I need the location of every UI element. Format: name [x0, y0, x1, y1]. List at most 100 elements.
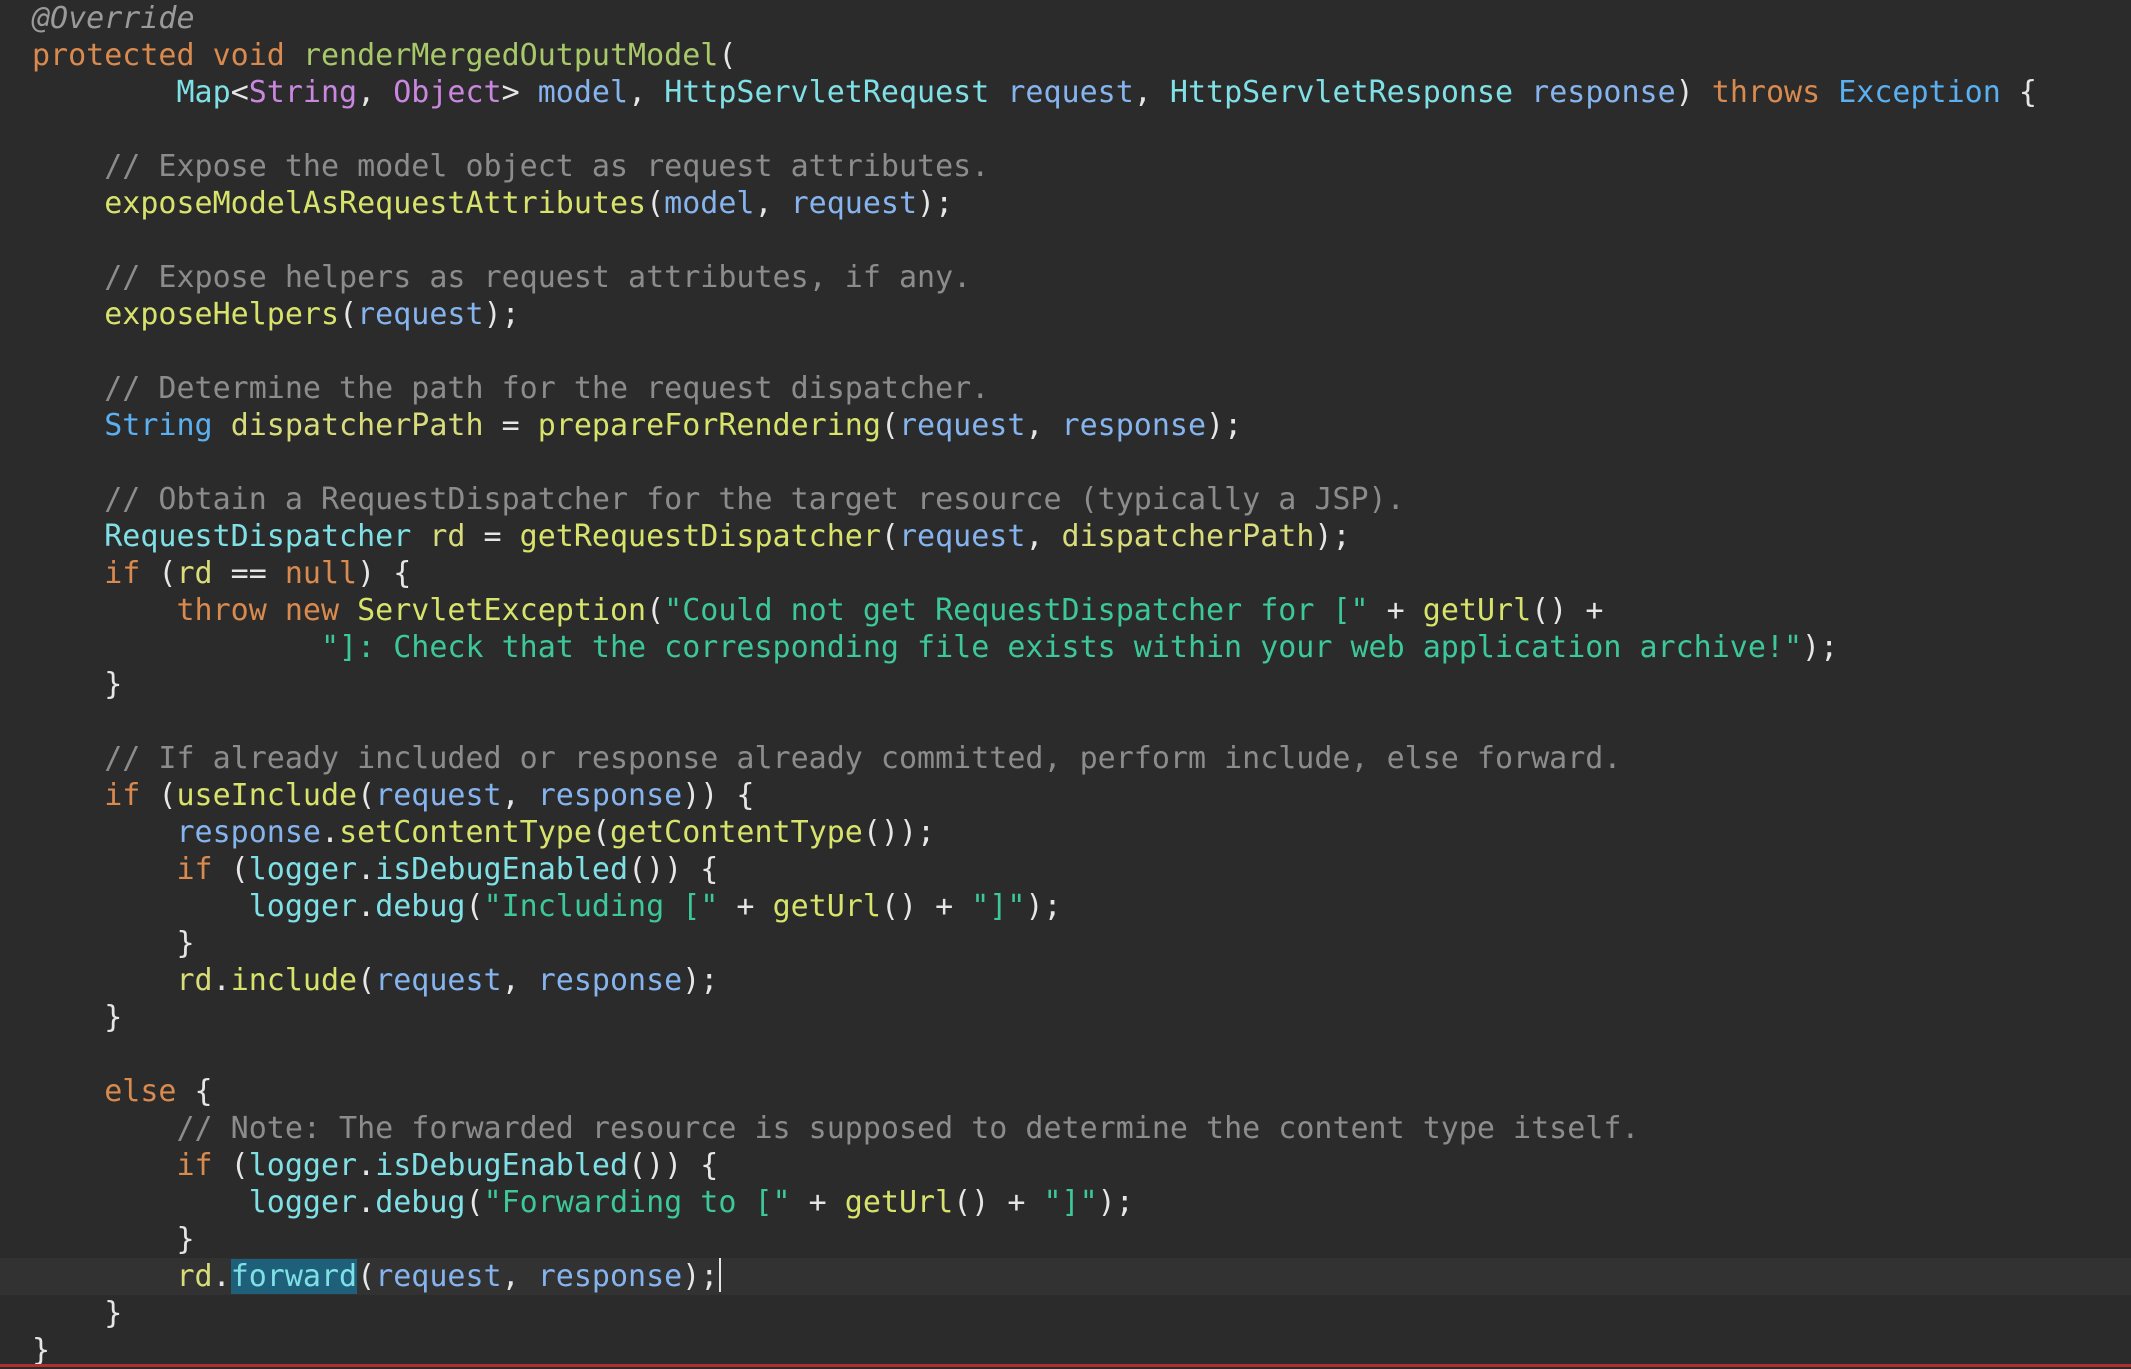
code-token: () +	[880, 889, 972, 924]
code-line[interactable]: if (logger.isDebugEnabled()) {	[32, 1147, 2037, 1184]
code-token: rd	[176, 963, 213, 998]
code-token: rd	[176, 556, 213, 591]
code-token: // Obtain a RequestDispatcher for the ta…	[104, 482, 1405, 517]
code-line[interactable]: }	[32, 666, 2037, 703]
code-token: else	[104, 1074, 177, 1109]
code-line[interactable]: response.setContentType(getContentType()…	[32, 814, 2037, 851]
code-token: () +	[1531, 593, 1604, 628]
code-token: setContentType	[339, 815, 592, 850]
code-line[interactable]	[32, 111, 2037, 148]
code-line[interactable]: rd.forward(request, response);	[0, 1258, 2131, 1295]
code-token: .	[212, 1259, 231, 1294]
code-token: response	[537, 963, 683, 998]
code-line[interactable]: Map<String, Object> model, HttpServletRe…	[32, 74, 2037, 111]
code-line[interactable]: rd.include(request, response);	[32, 962, 2037, 999]
code-token: "]"	[1043, 1185, 1098, 1220]
code-token: );	[483, 297, 520, 332]
code-token: {	[2000, 75, 2037, 110]
code-token: ()) {	[628, 852, 719, 887]
code-line[interactable]	[32, 1036, 2037, 1073]
code-line[interactable]: }	[32, 999, 2037, 1036]
code-token: }	[32, 1296, 123, 1331]
code-line[interactable]: // Determine the path for the request di…	[32, 370, 2037, 407]
code-token: ,	[1025, 408, 1062, 443]
code-token: (	[357, 778, 376, 813]
code-area[interactable]: @Override protected void renderMergedOutp…	[0, 0, 2131, 1369]
code-token: ,	[754, 186, 791, 221]
code-line[interactable]: if (useInclude(request, response)) {	[32, 777, 2037, 814]
code-token: prepareForRendering	[537, 408, 881, 443]
text-caret	[719, 1258, 722, 1292]
code-token: }	[32, 1333, 51, 1368]
code-token: // Expose the model object as request at…	[104, 149, 990, 184]
code-token: (	[140, 778, 177, 813]
code-line[interactable]	[32, 444, 2037, 481]
code-line[interactable]: // Expose the model object as request at…	[32, 148, 2037, 185]
code-token: .	[357, 852, 376, 887]
code-token: "]: Check that the corresponding file ex…	[320, 630, 1803, 665]
code-line[interactable]	[32, 703, 2037, 740]
code-token: null	[284, 556, 358, 591]
code-line[interactable]: }	[32, 1221, 2037, 1258]
code-token: (	[465, 889, 484, 924]
code-token: rd	[176, 1259, 213, 1294]
code-line[interactable]: if (logger.isDebugEnabled()) {	[32, 851, 2037, 888]
code-line[interactable]: RequestDispatcher rd = getRequestDispatc…	[32, 518, 2037, 555]
code-token: ,	[501, 1259, 538, 1294]
code-token: ,	[501, 963, 538, 998]
code-token: ,	[1025, 519, 1062, 554]
code-token: (	[212, 852, 249, 887]
code-token: ==	[212, 556, 285, 591]
code-token: request	[1007, 75, 1134, 110]
code-token: () +	[953, 1185, 1044, 1220]
code-token: (	[339, 297, 358, 332]
code-token: >	[501, 75, 538, 110]
code-line[interactable]: @Override	[32, 0, 2037, 37]
code-editor[interactable]: @Override protected void renderMergedOutp…	[0, 0, 2131, 1369]
code-token: ());	[862, 815, 936, 850]
code-line[interactable]	[32, 222, 2037, 259]
code-token: =	[465, 519, 520, 554]
code-token: ServletException	[357, 593, 647, 628]
code-line[interactable]: protected void renderMergedOutputModel(	[32, 37, 2037, 74]
code-token: dispatcherPath	[230, 408, 484, 443]
code-token: (	[646, 593, 665, 628]
code-line[interactable]	[32, 333, 2037, 370]
code-line[interactable]: }	[32, 1295, 2037, 1332]
code-line[interactable]: // Note: The forwarded resource is suppo…	[32, 1110, 2037, 1147]
code-token: request	[790, 186, 918, 221]
code-token: String	[248, 75, 358, 110]
code-token: .	[357, 1148, 376, 1183]
code-line[interactable]: else {	[32, 1073, 2037, 1110]
code-line[interactable]: String dispatcherPath = prepareForRender…	[32, 407, 2037, 444]
code-token: +	[718, 889, 773, 924]
code-line[interactable]: logger.debug("Forwarding to [" + getUrl(…	[32, 1184, 2037, 1221]
code-line[interactable]: logger.debug("Including [" + getUrl() + …	[32, 888, 2037, 925]
code-line[interactable]: exposeHelpers(request);	[32, 296, 2037, 333]
code-line[interactable]: "]: Check that the corresponding file ex…	[32, 629, 2037, 666]
code-line[interactable]: exposeModelAsRequestAttributes(model, re…	[32, 185, 2037, 222]
code-token: // Determine the path for the request di…	[104, 371, 990, 406]
code-line[interactable]: throw new ServletException("Could not ge…	[32, 592, 2037, 629]
code-line[interactable]: }	[32, 925, 2037, 962]
code-token: model	[537, 75, 629, 110]
code-token: ,	[357, 75, 394, 110]
code-line[interactable]: // Obtain a RequestDispatcher for the ta…	[32, 481, 2037, 518]
code-line[interactable]: // If already included or response alrea…	[32, 740, 2037, 777]
code-token: (	[880, 519, 899, 554]
code-line[interactable]: if (rd == null) {	[32, 555, 2037, 592]
code-token: logger	[248, 852, 358, 887]
code-line[interactable]: // Expose helpers as request attributes,…	[32, 259, 2037, 296]
code-token: response	[176, 815, 322, 850]
